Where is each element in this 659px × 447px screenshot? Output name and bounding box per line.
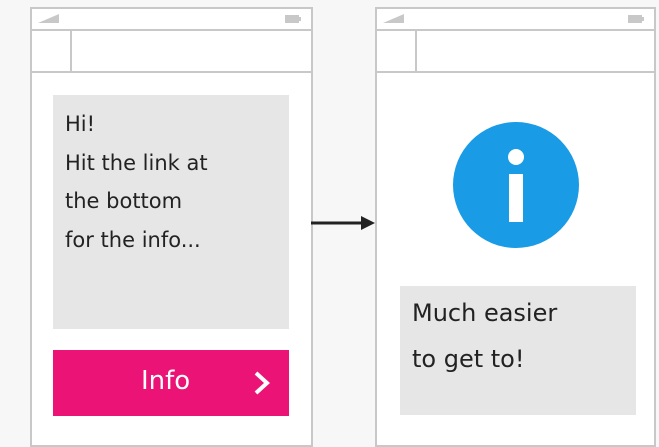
result-message-box: Much easier to get to! xyxy=(400,286,636,415)
info-button[interactable]: Info xyxy=(53,350,289,416)
battery-icon xyxy=(628,15,644,23)
arrow-right-icon xyxy=(311,216,375,230)
message-line: for the info... xyxy=(65,227,201,252)
nav-back-button[interactable] xyxy=(32,31,72,71)
message-line: to get to! xyxy=(412,345,525,373)
phone-screen-after: Much easier to get to! xyxy=(375,7,656,447)
info-button-label: Info xyxy=(141,366,191,396)
nav-bar xyxy=(32,31,311,73)
info-icon xyxy=(453,122,579,248)
status-bar xyxy=(377,9,654,31)
signal-icon xyxy=(38,14,59,23)
message-line: Much easier xyxy=(412,299,558,327)
message-line: Hit the link at xyxy=(65,150,208,175)
phone-screen-before: Hi! Hit the link at the bottom for the i… xyxy=(30,7,313,447)
chevron-right-icon xyxy=(254,371,270,395)
message-line: the bottom xyxy=(65,189,183,213)
message-box: Hi! Hit the link at the bottom for the i… xyxy=(53,95,289,329)
message-line: Hi! xyxy=(65,112,96,136)
nav-bar xyxy=(377,31,654,73)
nav-back-button[interactable] xyxy=(377,31,417,71)
status-bar xyxy=(32,9,311,31)
signal-icon xyxy=(383,14,404,23)
battery-icon xyxy=(285,15,301,23)
